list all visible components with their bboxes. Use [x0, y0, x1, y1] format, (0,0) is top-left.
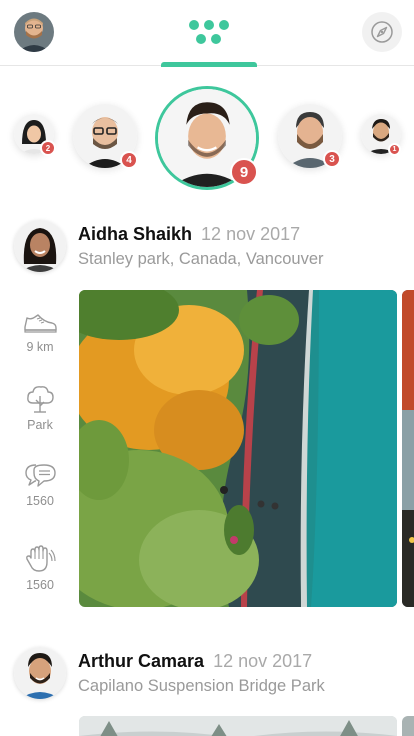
stat-label: 1560 — [26, 494, 54, 508]
next-photo-preview[interactable] — [402, 716, 414, 736]
notification-badge: 1 — [388, 143, 401, 156]
stat-place: Park — [18, 384, 62, 432]
stories-row: 2 4 9 3 1 — [0, 66, 414, 204]
stat-label: 1560 — [26, 578, 54, 592]
post-location[interactable]: Stanley park, Canada, Vancouver — [78, 250, 324, 269]
stat-label: Park — [27, 418, 53, 432]
explore-button[interactable] — [362, 12, 402, 52]
story-avatar[interactable]: 3 — [278, 104, 342, 168]
story-avatar[interactable]: 2 — [14, 114, 56, 156]
stat-label: 9 km — [26, 340, 54, 354]
author-avatar[interactable] — [14, 220, 66, 272]
stat-claps[interactable]: 1560 — [18, 544, 62, 592]
notification-badge: 9 — [230, 158, 258, 186]
post-header: Aidha Shaikh 12 nov 2017 Stanley park, C… — [14, 220, 404, 274]
notification-badge: 3 — [323, 150, 341, 168]
stat-distance: 9 km — [18, 310, 62, 354]
story-avatar-active[interactable]: 9 — [155, 86, 259, 190]
top-bar — [0, 0, 414, 67]
shoe-icon — [24, 314, 57, 333]
tree-icon — [27, 386, 54, 413]
post-date: 12 nov 2017 — [201, 224, 301, 244]
author-name[interactable]: Aidha Shaikh — [78, 224, 192, 244]
comments-icon — [25, 464, 56, 487]
author-name[interactable]: Arthur Camara — [78, 651, 204, 671]
compass-icon — [371, 21, 393, 43]
notification-badge: 4 — [120, 151, 138, 169]
feed-tab[interactable] — [161, 0, 257, 67]
post-location[interactable]: Capilano Suspension Bridge Park — [78, 677, 325, 696]
post-header: Arthur Camara 12 nov 2017 Capilano Suspe… — [14, 647, 404, 701]
next-photo-preview[interactable] — [402, 290, 414, 607]
stat-comments[interactable]: 1560 — [18, 462, 62, 508]
story-avatar[interactable]: 1 — [361, 114, 401, 156]
post-date: 12 nov 2017 — [213, 651, 313, 671]
post-photo[interactable] — [79, 716, 397, 736]
profile-avatar[interactable] — [14, 12, 54, 52]
story-avatar[interactable]: 4 — [73, 104, 138, 169]
dots-grid-icon — [189, 20, 229, 44]
notification-badge: 2 — [40, 140, 56, 156]
clap-icon — [26, 545, 56, 572]
post-photo[interactable] — [79, 290, 397, 607]
author-avatar[interactable] — [14, 647, 66, 699]
